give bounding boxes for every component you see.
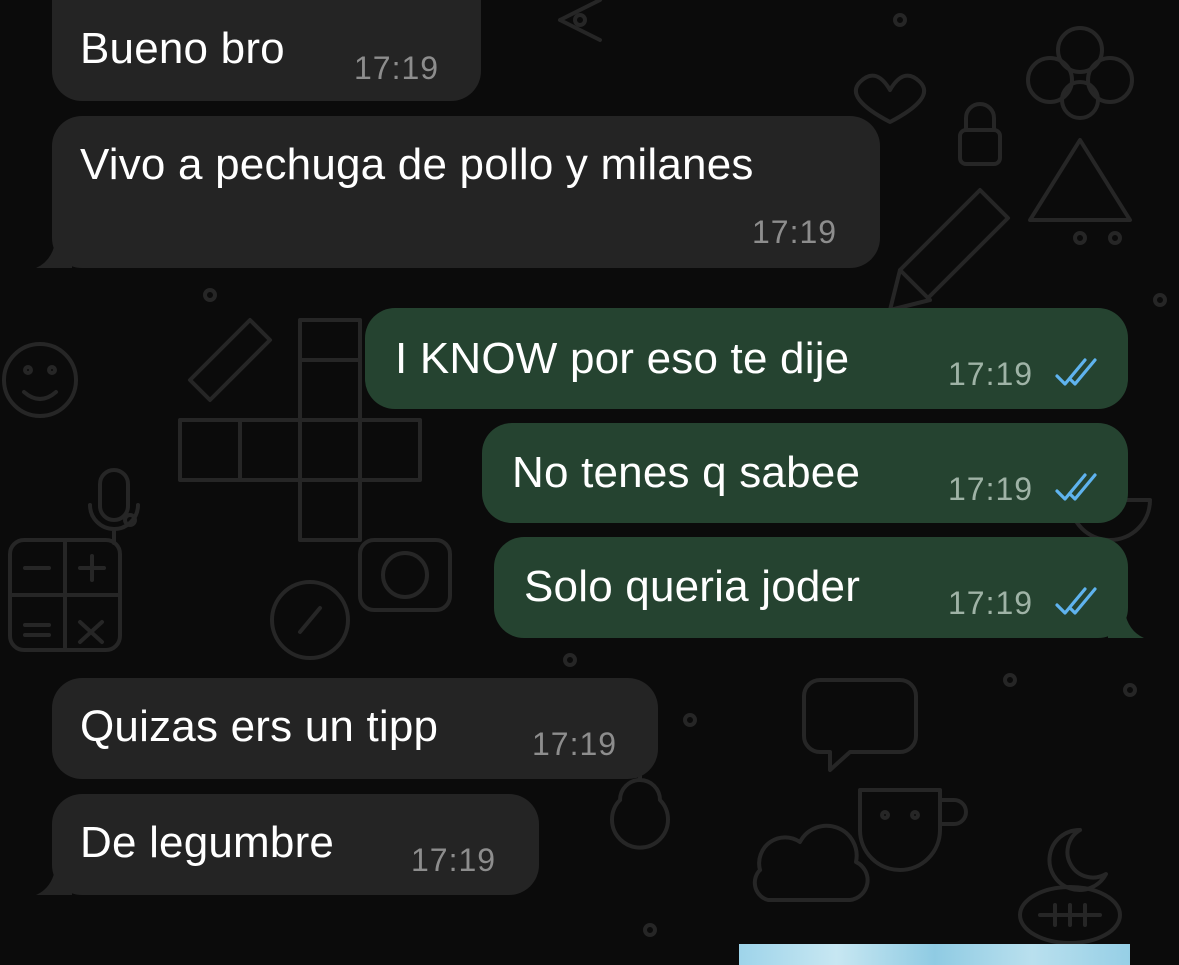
double-check-read-icon bbox=[1055, 358, 1097, 386]
message-timestamp: 17:19 bbox=[752, 214, 838, 250]
double-check-read-icon bbox=[1055, 473, 1097, 501]
incoming-message-bubble[interactable]: De legumbre 17:19 bbox=[52, 794, 539, 895]
message-text: Vivo a pechuga de pollo y milanes bbox=[80, 140, 754, 189]
incoming-message-bubble[interactable]: Quizas ers un tipp 17:19 bbox=[52, 678, 658, 779]
message-text: Bueno bro bbox=[80, 24, 285, 73]
message-text: Solo queria joder bbox=[524, 562, 861, 611]
message-timestamp: 17:19 bbox=[532, 726, 618, 762]
message-timestamp: 17:19 bbox=[354, 50, 440, 86]
outgoing-message-bubble[interactable]: Solo queria joder 17:19 bbox=[494, 537, 1128, 638]
message-timestamp: 17:19 bbox=[948, 471, 1034, 507]
incoming-message-bubble[interactable]: Bueno bro 17:19 bbox=[52, 0, 481, 101]
double-check-read-icon bbox=[1055, 587, 1097, 615]
message-timestamp: 17:19 bbox=[948, 356, 1034, 392]
outgoing-bubble-tail bbox=[1108, 606, 1144, 638]
chat-message-list[interactable]: Bueno bro 17:19 Vivo a pechuga de pollo … bbox=[0, 0, 1179, 965]
message-timestamp: 17:19 bbox=[411, 842, 497, 878]
message-text: Quizas ers un tipp bbox=[80, 702, 439, 751]
message-text: I KNOW por eso te dije bbox=[395, 334, 850, 383]
message-timestamp: 17:19 bbox=[948, 585, 1034, 621]
incoming-bubble-tail bbox=[36, 863, 72, 895]
image-thumbnail[interactable] bbox=[739, 944, 1130, 965]
outgoing-message-bubble[interactable]: No tenes q sabee 17:19 bbox=[482, 423, 1128, 523]
message-text: No tenes q sabee bbox=[512, 448, 861, 497]
outgoing-message-bubble[interactable]: I KNOW por eso te dije 17:19 bbox=[365, 308, 1128, 409]
incoming-message-bubble[interactable]: Vivo a pechuga de pollo y milanes 17:19 bbox=[52, 116, 880, 268]
message-text: De legumbre bbox=[80, 818, 335, 867]
incoming-bubble-tail bbox=[36, 236, 72, 268]
